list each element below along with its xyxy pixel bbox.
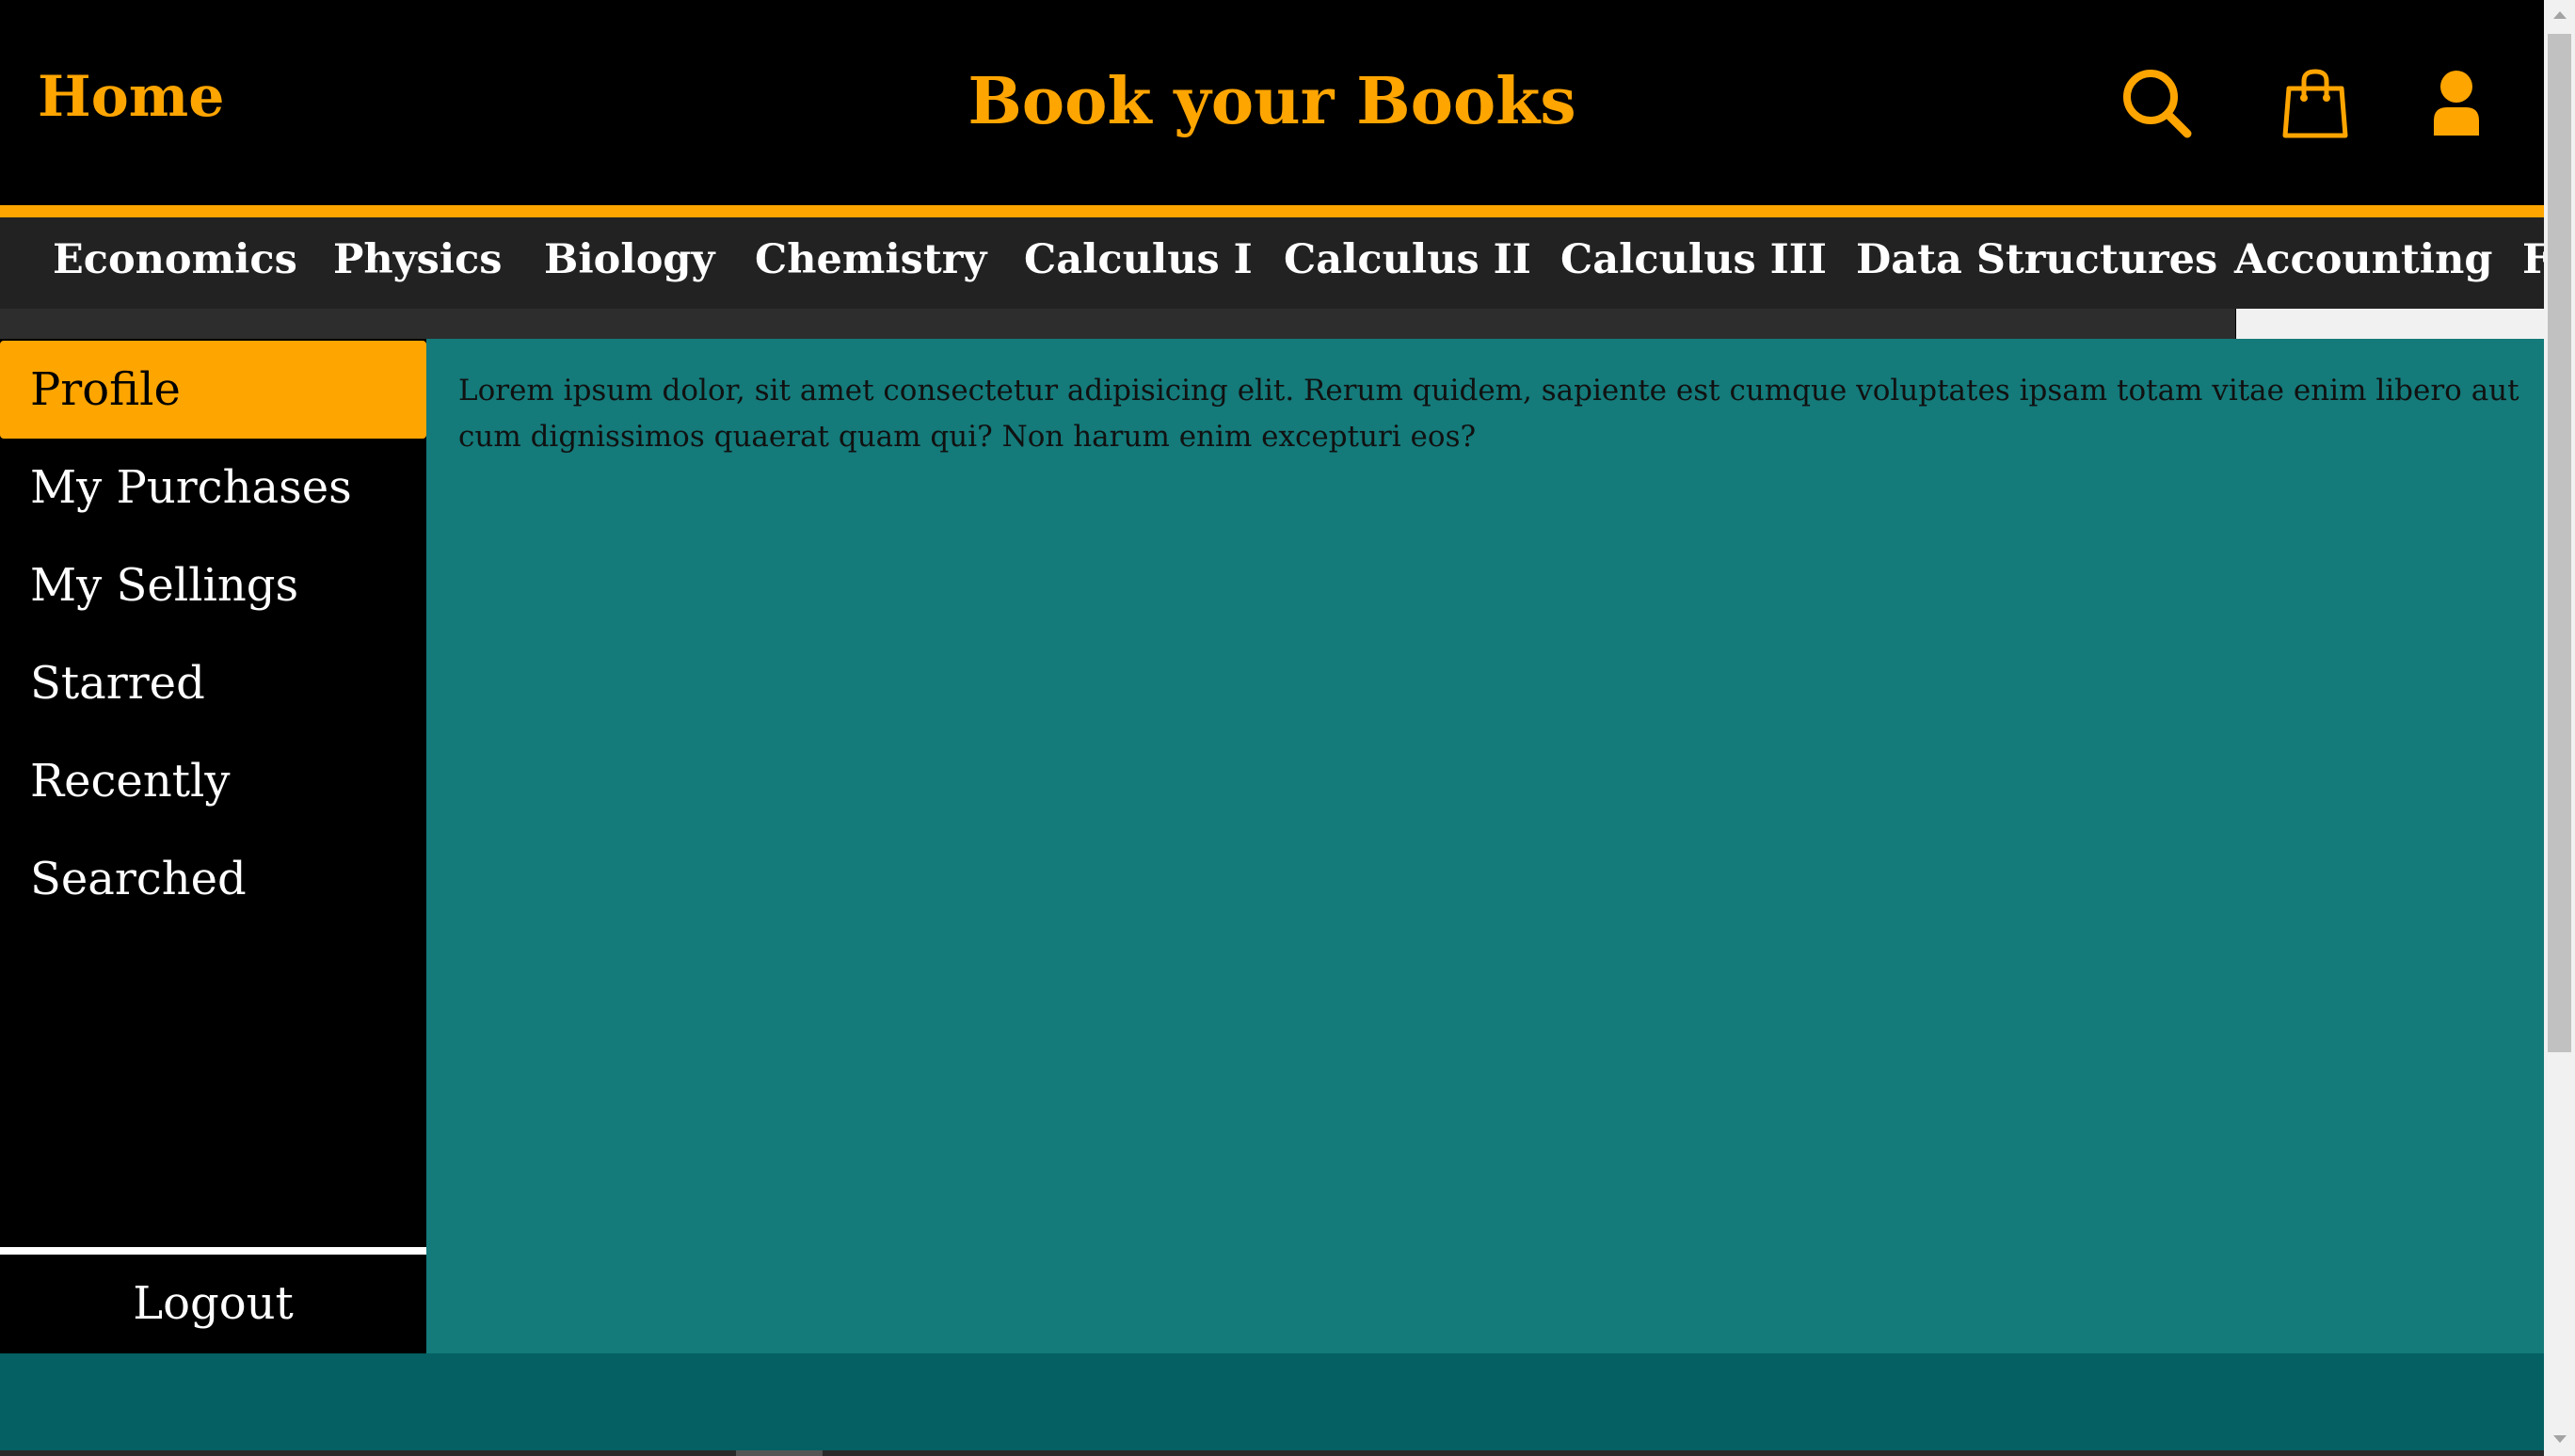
home-link[interactable]: Home [38,64,224,130]
category-scroll-thumb[interactable] [2236,309,2544,339]
category-calculus-i[interactable]: Calculus I [1024,236,1253,283]
horizontal-scrollbar[interactable] [0,1450,2544,1456]
horizontal-scroll-thumb[interactable] [736,1450,823,1456]
page: Home Book your Books Economics Physics B… [0,0,2544,1456]
category-nav: Economics Physics Biology Chemistry Calc… [0,217,2544,309]
scroll-down-icon[interactable] [2553,1435,2567,1443]
sidebar-divider [0,1247,426,1255]
sidebar-item-my-sellings[interactable]: My Sellings [0,536,426,634]
category-economics[interactable]: Economics [53,236,297,283]
vertical-scroll-thumb[interactable] [2548,34,2571,1052]
main-content: Lorem ipsum dolor, sit amet consectetur … [426,339,2544,1353]
header-divider [0,205,2544,217]
category-accounting[interactable]: Accounting [2234,236,2492,283]
footer [0,1353,2544,1450]
site-header: Home Book your Books [0,0,2544,205]
sidebar-item-starred[interactable]: Starred [0,634,426,732]
sidebar-item-recently-searched[interactable]: Recently Searched [0,732,426,905]
category-physics[interactable]: Physics [333,236,503,283]
shopping-bag-icon[interactable] [2278,66,2353,141]
category-scroll-track[interactable] [0,309,2235,339]
sidebar-item-profile[interactable]: Profile [0,341,426,439]
sidebar-item-my-purchases[interactable]: My Purchases [0,439,426,536]
search-icon[interactable] [2119,66,2195,141]
category-data-structures[interactable]: Data Structures [1856,236,2217,283]
sidebar: Profile My Purchases My Sellings Starred… [0,339,426,1353]
category-partial[interactable]: F [2522,236,2544,283]
category-chemistry[interactable]: Chemistry [755,236,986,283]
category-biology[interactable]: Biology [544,236,714,283]
vertical-scrollbar[interactable] [2544,0,2575,1456]
user-icon[interactable] [2419,66,2494,141]
category-calculus-ii[interactable]: Calculus II [1284,236,1531,283]
logout-button[interactable]: Logout [0,1255,426,1353]
main-paragraph: Lorem ipsum dolor, sit amet consectetur … [458,374,2519,454]
category-calculus-iii[interactable]: Calculus III [1560,236,1827,283]
scroll-up-icon[interactable] [2553,11,2567,19]
